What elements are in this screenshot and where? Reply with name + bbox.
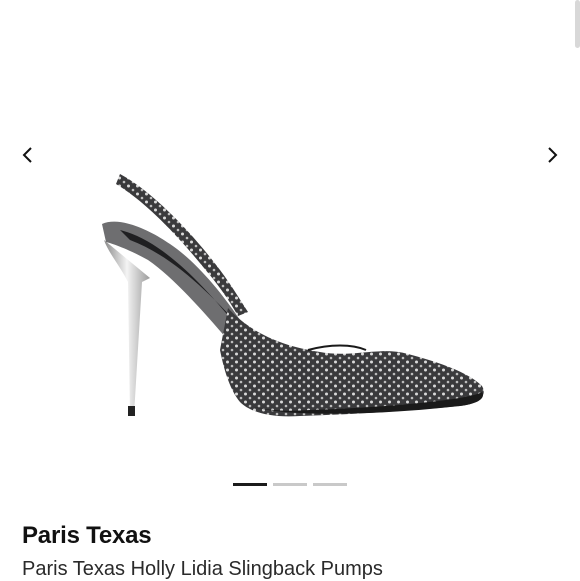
chevron-left-icon <box>22 147 32 163</box>
image-pagination <box>0 483 580 487</box>
pagination-dot-3[interactable] <box>313 483 347 486</box>
product-title: Paris Texas Holly Lidia Slingback Pumps <box>22 558 383 580</box>
pagination-dot-2[interactable] <box>273 483 307 486</box>
product-image-gallery[interactable] <box>0 0 580 500</box>
pagination-dot-1[interactable] <box>233 483 267 486</box>
previous-image-button[interactable] <box>12 140 42 170</box>
next-image-button[interactable] <box>538 140 568 170</box>
chevron-right-icon <box>548 147 558 163</box>
product-image <box>102 174 484 417</box>
brand-name[interactable]: Paris Texas <box>22 522 152 550</box>
